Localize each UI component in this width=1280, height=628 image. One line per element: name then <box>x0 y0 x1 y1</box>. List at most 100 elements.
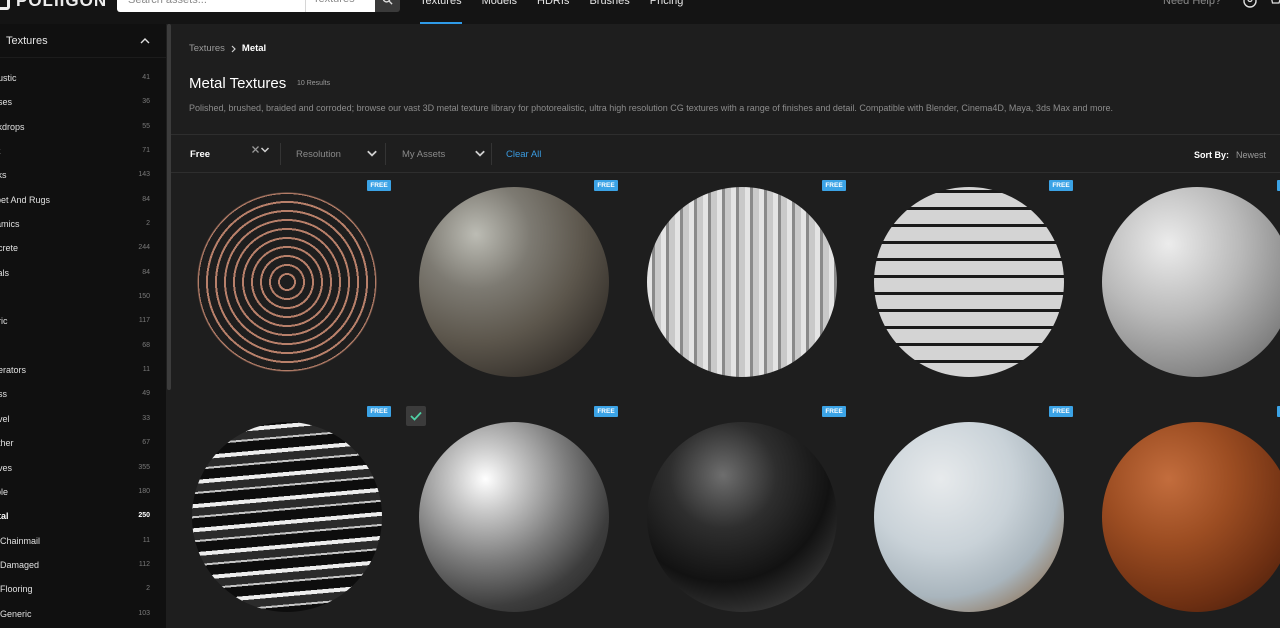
sidebar-category-item[interactable]: ases 36 <box>0 90 166 114</box>
sidebar-heading: Textures <box>6 34 48 47</box>
sidebar-category-item[interactable]: aves 355 <box>0 456 166 480</box>
category-count: 180 <box>138 487 150 495</box>
texture-preview-woven-steel-metal <box>874 187 1064 377</box>
texture-card[interactable] <box>192 187 382 377</box>
main-content: Textures Metal Metal Textures 10 Results… <box>171 24 1280 628</box>
category-label: bric <box>0 316 8 327</box>
sidebar-category-item[interactable]: etal 250 <box>0 504 166 528</box>
sidebar-category-item[interactable]: cks 143 <box>0 163 166 187</box>
clear-all-button[interactable]: Clear All <box>506 149 541 160</box>
sidebar-category-item[interactable]: rk 71 <box>0 139 166 163</box>
sidebar-category-item[interactable]: Generic 103 <box>0 602 166 626</box>
nav-textures[interactable]: Textures <box>420 0 462 24</box>
chevron-down-icon[interactable] <box>366 147 378 159</box>
breadcrumb-root[interactable]: Textures <box>189 43 225 54</box>
free-badge: FREE <box>1049 406 1073 417</box>
main-nav: Textures Models HDRIs Brushes Pricing <box>420 0 684 24</box>
sidebar-category-item[interactable]: rpet And Rugs 84 <box>0 188 166 212</box>
category-label: ass <box>0 389 8 400</box>
filter-resolution[interactable]: Resolution <box>296 149 341 160</box>
category-label: rble <box>0 486 9 497</box>
nav-hdris[interactable]: HDRIs <box>537 0 569 23</box>
sidebar-category-item[interactable]: ncrete 244 <box>0 236 166 260</box>
filter-free-controls <box>251 145 270 154</box>
category-label: nerators <box>0 365 27 376</box>
sidebar-category-item[interactable]: oustic 41 <box>0 66 166 90</box>
filter-my-assets[interactable]: My Assets <box>402 149 445 160</box>
sidebar-category-item[interactable]: ass 49 <box>0 382 166 406</box>
sidebar-header[interactable]: Textures <box>0 24 166 58</box>
sort-select[interactable]: Newest <box>1236 150 1266 160</box>
category-count: 36 <box>142 98 150 106</box>
nav-models[interactable]: Models <box>482 0 517 23</box>
category-label: ramics <box>0 219 20 230</box>
sidebar-category-item[interactable]: Damaged 112 <box>0 553 166 577</box>
chevron-down-icon[interactable] <box>260 145 270 154</box>
category-count: 143 <box>138 171 150 179</box>
texture-card[interactable] <box>1102 187 1280 377</box>
texture-preview-copper-chainmail <box>192 187 382 377</box>
sidebar-category-item[interactable]: ramics 2 <box>0 212 166 236</box>
category-label: avel <box>0 413 10 424</box>
sidebar-category-item[interactable]: avel 33 <box>0 407 166 431</box>
sidebar-category-item[interactable]: ckdrops 55 <box>0 115 166 139</box>
free-badge: FREE <box>1049 180 1073 191</box>
selected-checkbox[interactable] <box>406 406 426 426</box>
cart-icon[interactable] <box>1268 0 1280 8</box>
sidebar-category-item[interactable]: t150 <box>0 285 166 309</box>
sidebar-category-item[interactable]: Chainmail 11 <box>0 529 166 553</box>
free-badge: FREE <box>822 406 846 417</box>
texture-card[interactable] <box>419 422 609 612</box>
category-count: 250 <box>138 512 150 520</box>
chevron-down-icon[interactable] <box>474 147 486 159</box>
category-sidebar: Textures oustic 41 ases 36 ckdrops 55 rk 71 cks 1… <box>0 24 166 628</box>
filter-divider <box>491 143 492 165</box>
chevron-up-icon[interactable] <box>140 37 150 44</box>
texture-preview-scratched-painted-rust-metal <box>874 422 1064 612</box>
texture-card[interactable] <box>874 187 1064 377</box>
sidebar-category-item[interactable]: ather 67 <box>0 431 166 455</box>
filter-free[interactable]: Free <box>190 149 210 160</box>
category-label: etal <box>0 511 9 522</box>
category-count: 117 <box>138 317 150 325</box>
sidebar-category-item[interactable]: bric 117 <box>0 309 166 333</box>
category-count: 49 <box>142 390 150 398</box>
category-label: Flooring <box>0 584 33 595</box>
texture-card[interactable] <box>192 422 382 612</box>
clear-filter-icon[interactable] <box>251 145 260 154</box>
user-icon[interactable] <box>1243 0 1257 8</box>
sidebar-category-item[interactable]: e68 <box>0 334 166 358</box>
texture-card[interactable] <box>647 422 837 612</box>
texture-preview-brushed-panel-metal <box>1102 187 1280 377</box>
sidebar-category-item[interactable]: Flooring 2 <box>0 577 166 601</box>
nav-brushes[interactable]: Brushes <box>589 0 629 23</box>
texture-card[interactable] <box>1102 422 1280 612</box>
texture-card[interactable] <box>874 422 1064 612</box>
category-count: 67 <box>142 439 150 447</box>
sidebar-category-item[interactable]: rble 180 <box>0 480 166 504</box>
logo-mark-icon <box>0 0 10 10</box>
sidebar-category-item[interactable]: nerators 11 <box>0 358 166 382</box>
category-count: 68 <box>142 341 150 349</box>
search-input[interactable] <box>117 0 305 12</box>
search-type-select[interactable]: Textures <box>305 0 375 12</box>
chevron-right-icon <box>231 45 236 52</box>
search-button[interactable] <box>375 0 400 12</box>
category-label: cks <box>0 170 7 181</box>
free-badge: FREE <box>594 180 618 191</box>
logo-text: POLIIGON <box>16 0 108 10</box>
logo[interactable]: POLIIGON <box>0 0 107 11</box>
category-count: 84 <box>142 268 150 276</box>
nav-pricing[interactable]: Pricing <box>650 0 684 23</box>
category-label: rpet And Rugs <box>0 194 51 205</box>
sidebar-category-item[interactable]: cals 84 <box>0 261 166 285</box>
texture-card[interactable] <box>647 187 837 377</box>
category-label: ncrete <box>0 243 19 254</box>
help-link[interactable]: Need Help? <box>1163 0 1221 11</box>
category-count: 2 <box>146 585 150 593</box>
category-count: 55 <box>142 122 150 130</box>
category-count: 11 <box>142 536 150 544</box>
texture-preview-dark-chrome-metal <box>647 422 837 612</box>
texture-card[interactable] <box>419 187 609 377</box>
category-label: Chainmail <box>0 535 41 546</box>
